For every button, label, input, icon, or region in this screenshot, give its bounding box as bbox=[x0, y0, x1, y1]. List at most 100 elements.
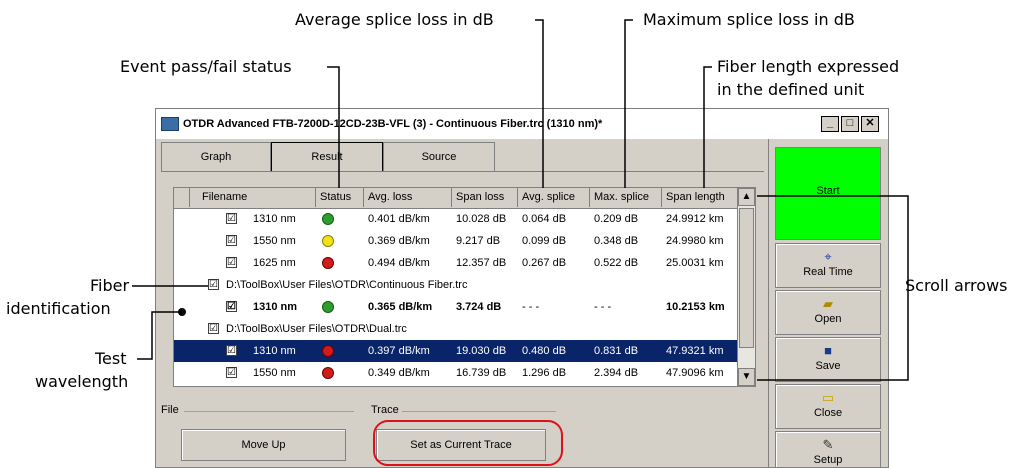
callout-scroll-arrows: Scroll arrows bbox=[905, 276, 1008, 295]
trace-group-label: Trace bbox=[371, 404, 399, 416]
row-avg-splice: 0.267 dB bbox=[522, 257, 567, 269]
callout-average-splice-loss: Average splice loss in dB bbox=[295, 10, 494, 29]
title-bar: OTDR Advanced FTB-7200D-12CD-23B-VFL (3)… bbox=[156, 109, 888, 139]
callout-fiber-length: Fiber length expressed bbox=[717, 57, 900, 76]
row-max-splice: 0.348 dB bbox=[594, 235, 639, 247]
file-row[interactable]: ☑ D:\ToolBox\User Files\OTDR\Dual.trc bbox=[174, 318, 739, 340]
file-group-label: File bbox=[161, 404, 179, 416]
open-folder-icon: ▰ bbox=[823, 296, 833, 311]
row-span-length: 25.0031 km bbox=[666, 257, 724, 269]
row-max-splice: - - - bbox=[594, 301, 612, 313]
row-wavelength: 1625 nm bbox=[253, 257, 296, 269]
table-row[interactable]: ☑ 1550 nm 0.349 dB/km 16.739 dB 1.296 dB… bbox=[174, 362, 739, 384]
row-span-loss: 12.357 dB bbox=[456, 257, 507, 269]
file-checkbox[interactable]: ☑ bbox=[208, 323, 219, 334]
floppy-disk-icon: ■ bbox=[824, 343, 832, 358]
crosshair-icon: ⌖ bbox=[824, 249, 832, 264]
fail-status-icon bbox=[322, 367, 334, 379]
row-checkbox[interactable]: ☑ bbox=[226, 367, 237, 378]
row-max-splice: 2.394 dB bbox=[594, 367, 639, 379]
setup-button[interactable]: ✎ Setup bbox=[775, 431, 881, 467]
file-checkbox[interactable]: ☑ bbox=[208, 279, 219, 290]
close-file-button[interactable]: ▭ Close bbox=[775, 384, 881, 429]
close-label: Close bbox=[813, 407, 843, 419]
otdr-window: OTDR Advanced FTB-7200D-12CD-23B-VFL (3)… bbox=[155, 108, 889, 468]
scroll-up-arrow-icon[interactable]: ▲ bbox=[738, 188, 755, 206]
col-span-loss[interactable]: Span loss bbox=[452, 188, 518, 207]
move-up-button[interactable]: Move Up bbox=[181, 429, 346, 461]
callout-test-wavelength: Test bbox=[95, 349, 127, 368]
row-checkbox[interactable]: ☑ bbox=[226, 213, 237, 224]
row-avg-splice: - - - bbox=[522, 301, 540, 313]
row-span-length: 24.9980 km bbox=[666, 235, 724, 247]
callout-fiber-length-unit: in the defined unit bbox=[717, 80, 865, 99]
col-avg-splice[interactable]: Avg. splice bbox=[518, 188, 590, 207]
row-avg-loss: 0.369 dB/km bbox=[368, 235, 430, 247]
row-max-splice: 0.831 dB bbox=[594, 345, 639, 357]
col-span-length[interactable]: Span length bbox=[662, 188, 739, 207]
table-row[interactable]: ☑ 1625 nm 0.494 dB/km 12.357 dB 0.267 dB… bbox=[174, 252, 739, 274]
save-button[interactable]: ■ Save bbox=[775, 337, 881, 382]
row-checkbox[interactable]: ☑ bbox=[226, 345, 237, 356]
file-row[interactable]: ☑ D:\ToolBox\User Files\OTDR\Continuous … bbox=[174, 274, 739, 296]
row-span-length: 47.9321 km bbox=[666, 345, 724, 357]
callout-test-wavelength-2: wavelength bbox=[35, 372, 129, 391]
callout-fiber-identification: Fiber bbox=[90, 276, 130, 295]
trace-group-divider bbox=[402, 411, 556, 412]
open-button[interactable]: ▰ Open bbox=[775, 290, 881, 335]
tab-graph[interactable]: Graph bbox=[161, 142, 271, 172]
realtime-label: Real Time bbox=[803, 266, 853, 278]
tab-result[interactable]: Result bbox=[271, 142, 383, 172]
app-icon bbox=[161, 117, 179, 131]
table-row[interactable]: ☑ 1310 nm 0.365 dB/km 3.724 dB - - - - -… bbox=[174, 296, 739, 318]
vertical-scrollbar[interactable]: ▲ ▼ bbox=[737, 188, 755, 386]
col-status[interactable]: Status bbox=[316, 188, 364, 207]
fail-status-icon bbox=[322, 257, 334, 269]
row-checkbox[interactable]: ☑ bbox=[226, 257, 237, 268]
col-filename[interactable]: Filename bbox=[190, 188, 316, 207]
main-pane: Graph Result Source Filename Status Avg.… bbox=[156, 139, 768, 467]
row-span-loss: 10.028 dB bbox=[456, 213, 507, 225]
open-label: Open bbox=[814, 313, 842, 325]
row-span-loss: 9.217 dB bbox=[456, 235, 501, 247]
table-row-selected[interactable]: ☑ 1310 nm 0.397 dB/km 19.030 dB 0.480 dB… bbox=[174, 340, 739, 362]
scroll-thumb[interactable] bbox=[739, 208, 754, 348]
tab-source[interactable]: Source bbox=[383, 142, 495, 172]
row-avg-loss: 0.401 dB/km bbox=[368, 213, 430, 225]
row-avg-loss: 0.365 dB/km bbox=[368, 301, 433, 313]
row-checkbox[interactable]: ☑ bbox=[226, 301, 237, 312]
file-path: D:\ToolBox\User Files\OTDR\Continuous Fi… bbox=[226, 279, 468, 291]
row-wavelength: 1310 nm bbox=[253, 301, 298, 313]
callout-maximum-splice-loss: Maximum splice loss in dB bbox=[643, 10, 855, 29]
maximize-button[interactable]: □ bbox=[841, 116, 859, 132]
row-checkbox[interactable]: ☑ bbox=[226, 235, 237, 246]
file-path: D:\ToolBox\User Files\OTDR\Dual.trc bbox=[226, 323, 407, 335]
row-max-splice: 0.209 dB bbox=[594, 213, 639, 225]
table-row[interactable]: ☑ 1550 nm 0.369 dB/km 9.217 dB 0.099 dB … bbox=[174, 230, 739, 252]
row-avg-splice: 0.099 dB bbox=[522, 235, 567, 247]
row-wavelength: 1310 nm bbox=[253, 213, 296, 225]
file-group-divider bbox=[184, 411, 354, 412]
set-current-trace-button[interactable]: Set as Current Trace bbox=[376, 429, 546, 461]
row-span-length: 24.9912 km bbox=[666, 213, 724, 225]
row-max-splice: 0.522 dB bbox=[594, 257, 639, 269]
table-header: Filename Status Avg. loss Span loss Avg.… bbox=[174, 188, 739, 209]
results-table: Filename Status Avg. loss Span loss Avg.… bbox=[173, 187, 756, 387]
minimize-button[interactable]: _ bbox=[821, 116, 839, 132]
col-max-splice[interactable]: Max. splice bbox=[590, 188, 662, 207]
warning-status-icon bbox=[322, 235, 334, 247]
window-title: OTDR Advanced FTB-7200D-12CD-23B-VFL (3)… bbox=[183, 118, 603, 130]
realtime-button[interactable]: ⌖ Real Time bbox=[775, 243, 881, 288]
folder-icon: ▭ bbox=[821, 390, 835, 405]
scroll-down-arrow-icon[interactable]: ▼ bbox=[738, 368, 755, 386]
col-avg-loss[interactable]: Avg. loss bbox=[364, 188, 452, 207]
setup-pencil-icon: ✎ bbox=[822, 437, 834, 452]
setup-label: Setup bbox=[813, 454, 843, 466]
header-spacer bbox=[174, 188, 190, 207]
row-avg-loss: 0.349 dB/km bbox=[368, 367, 430, 379]
table-row[interactable]: ☑ 1310 nm 0.401 dB/km 10.028 dB 0.064 dB… bbox=[174, 208, 739, 230]
close-window-button[interactable]: ✕ bbox=[861, 116, 879, 132]
pass-status-icon bbox=[322, 213, 334, 225]
row-span-loss: 16.739 dB bbox=[456, 367, 507, 379]
start-button[interactable]: Start bbox=[775, 147, 881, 240]
